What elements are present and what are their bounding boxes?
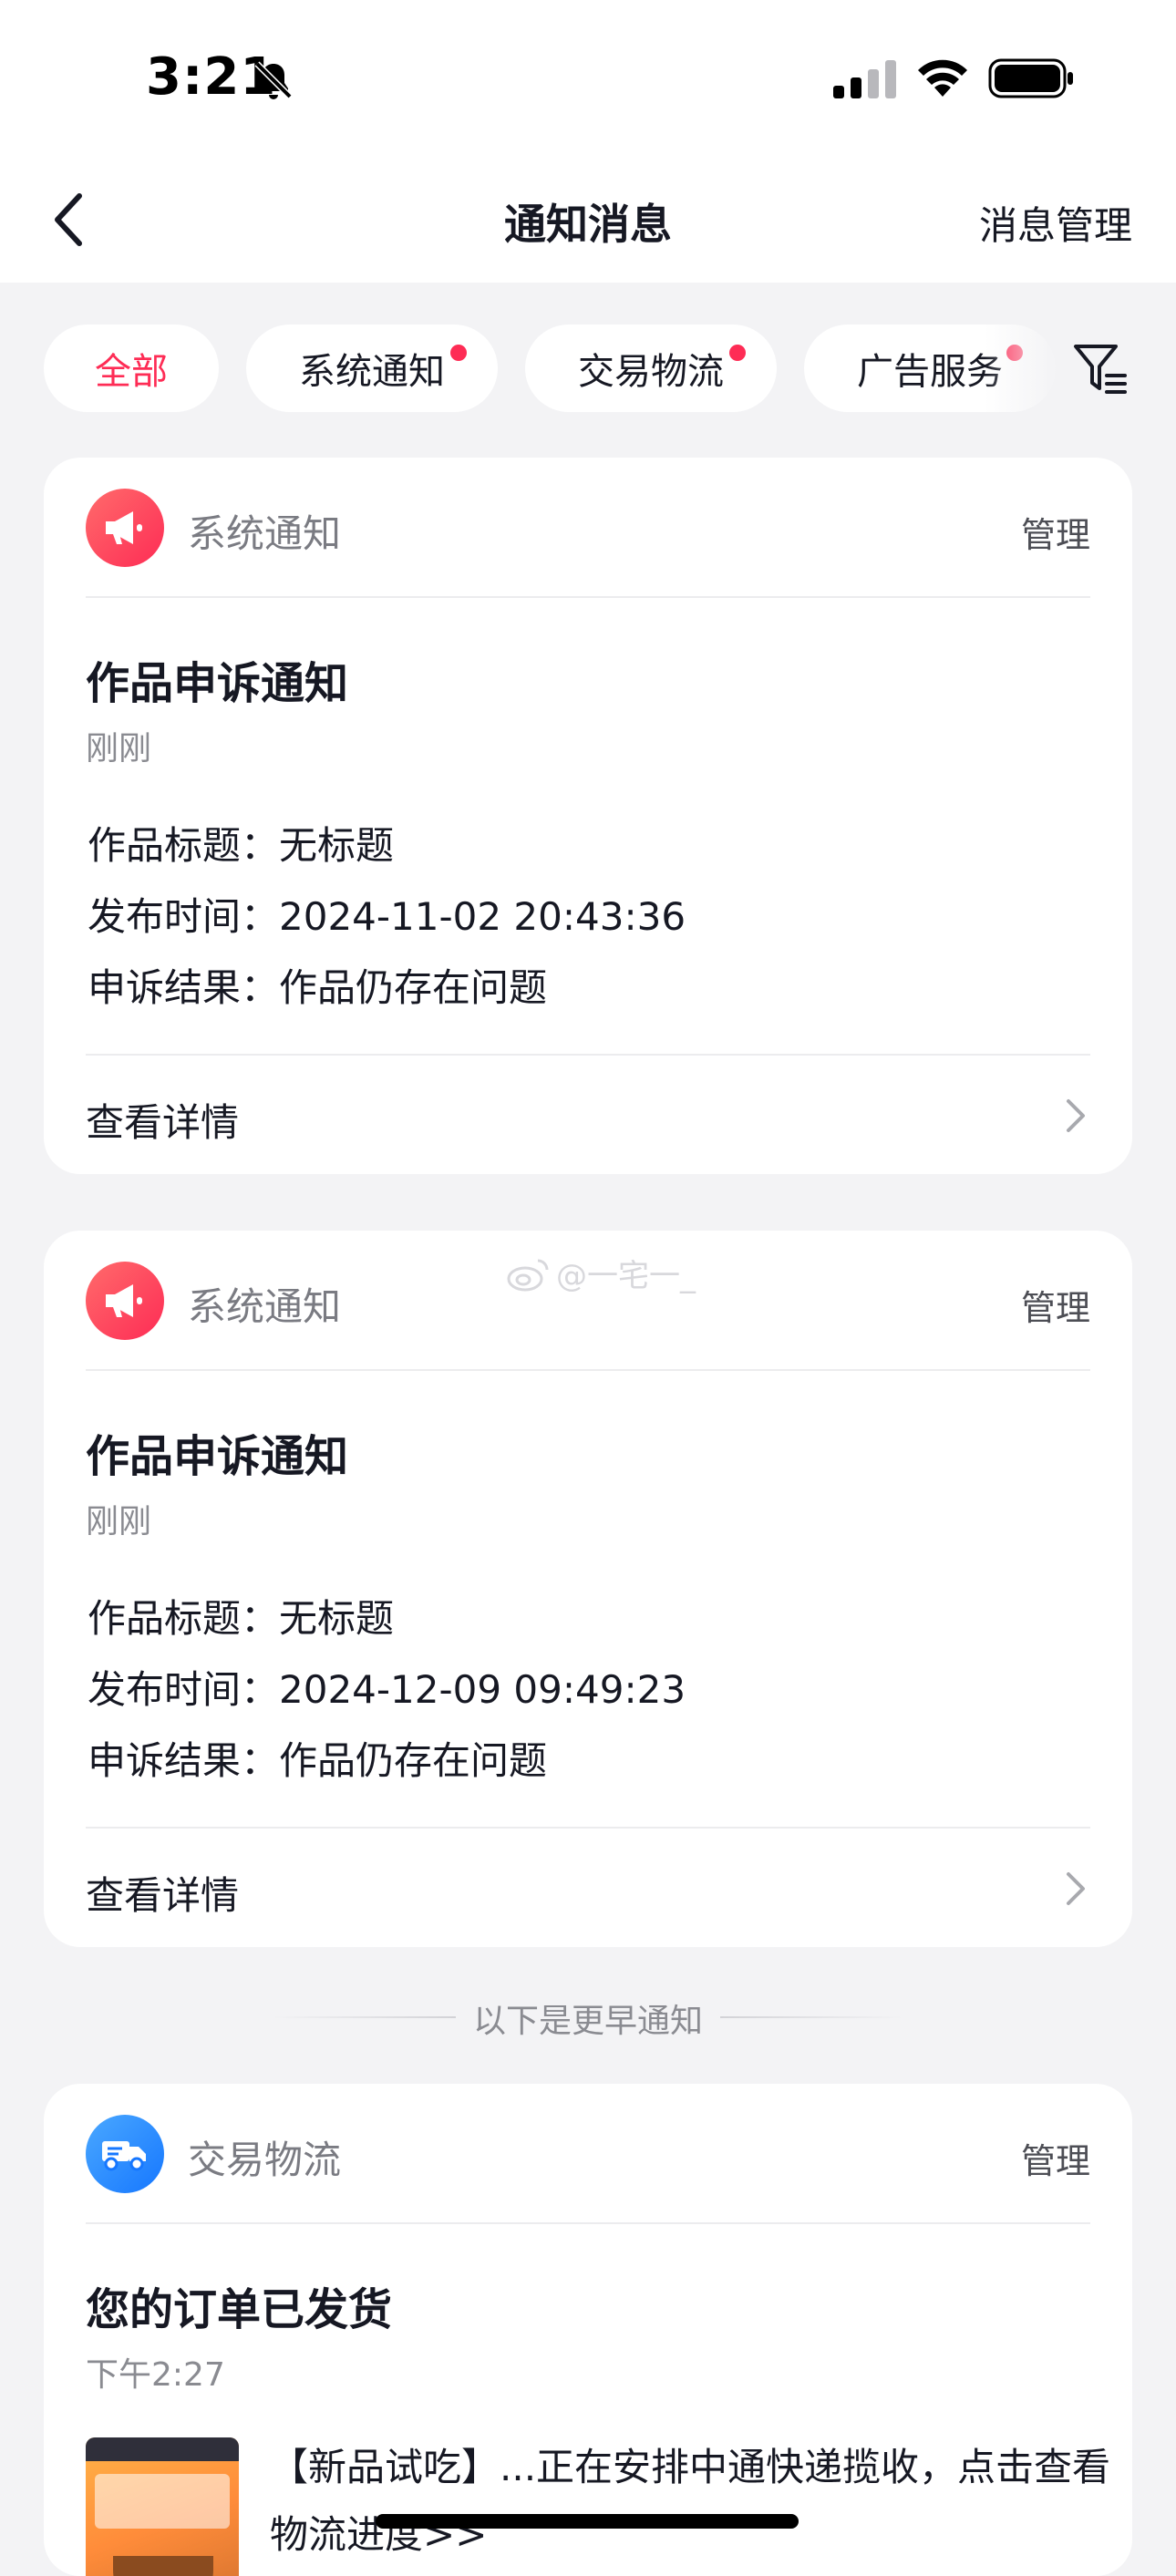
card-source: 系统通知: [188, 1284, 342, 1329]
info-appeal-result-line: 申诉结果：作品仍存在问题: [88, 1738, 548, 1783]
notification-card[interactable]: 系统通知 管理 作品申诉通知 刚刚 作品标题：无标题 发布时间：2024-11-…: [44, 458, 1132, 1174]
tab-label: 交易物流: [578, 351, 724, 393]
tabs-fade: [985, 319, 1057, 419]
system-notice-avatar: [86, 1262, 164, 1340]
notification-card[interactable]: 系统通知 管理 作品申诉通知 刚刚 作品标题：无标题 发布时间：2024-12-…: [44, 1231, 1132, 1947]
notification-card[interactable]: 交易物流 管理 您的订单已发货 下午2:27 【新品试吃】...正在安排中通快递…: [44, 2084, 1132, 2576]
thumbnail-food: [113, 2556, 213, 2576]
card-source: 交易物流: [188, 2138, 342, 2182]
signal-icon: [833, 60, 896, 98]
message-manage-button[interactable]: 消息管理: [979, 195, 1132, 251]
card-header: 交易物流 管理: [44, 2084, 1132, 2224]
info-appeal-result-line: 申诉结果：作品仍存在问题: [88, 965, 548, 1010]
card-header: 系统通知 管理: [44, 458, 1132, 598]
system-notice-avatar: [86, 489, 164, 567]
card-manage-button[interactable]: 管理: [1021, 2133, 1090, 2183]
status-bar: 3:21: [0, 0, 1176, 155]
card-manage-button[interactable]: 管理: [1021, 507, 1090, 557]
card-title: 作品申诉通知: [86, 658, 349, 709]
chevron-right-icon: [1067, 1872, 1085, 1905]
wifi-icon: [918, 59, 967, 97]
filter-tabs: 全部 系统通知 交易物流 广告服务: [0, 283, 1176, 456]
divider-line: [720, 2016, 903, 2018]
megaphone-icon: [106, 511, 142, 544]
weibo-logo-icon: [507, 1259, 549, 1291]
card-time: 下午2:27: [86, 2356, 225, 2394]
info-title-line: 作品标题：无标题: [88, 823, 395, 868]
nav-bar: 通知消息 消息管理: [0, 155, 1176, 283]
divider: [86, 2222, 1090, 2224]
view-details-label: 查看详情: [86, 1873, 240, 1918]
tab-label: 全部: [95, 351, 168, 393]
view-details-label: 查看详情: [86, 1100, 240, 1145]
info-publish-time-line: 发布时间：2024-12-09 09:49:23: [88, 1667, 686, 1712]
home-indicator: [376, 2514, 799, 2529]
watermark-text: @一宅一_: [556, 1258, 696, 1294]
filter-icon[interactable]: [1072, 341, 1129, 397]
divider: [86, 1369, 1090, 1371]
card-time: 刚刚: [86, 730, 152, 768]
product-thumbnail[interactable]: [86, 2437, 239, 2576]
megaphone-icon: [106, 1284, 142, 1317]
tab-label: 系统通知: [299, 351, 445, 393]
divider: [86, 596, 1090, 598]
view-details-row[interactable]: 查看详情: [44, 1829, 1132, 1947]
card-source: 系统通知: [188, 511, 342, 556]
unread-dot: [450, 345, 467, 361]
battery-icon: [988, 58, 1073, 98]
card-time: 刚刚: [86, 1503, 152, 1540]
card-title: 作品申诉通知: [86, 1431, 349, 1482]
info-publish-time-line: 发布时间：2024-11-02 20:43:36: [88, 894, 686, 939]
earlier-divider: 以下是更早通知: [0, 1987, 1176, 2045]
card-manage-button[interactable]: 管理: [1021, 1280, 1090, 1330]
card-title: 您的订单已发货: [86, 2284, 393, 2335]
watermark: @一宅一_: [507, 1251, 696, 1295]
earlier-label: 以下是更早通知: [472, 2003, 703, 2040]
tab-system[interactable]: 系统通知: [246, 325, 498, 412]
unread-dot: [729, 345, 746, 361]
tab-all[interactable]: 全部: [44, 325, 219, 412]
logistics-avatar: [86, 2115, 164, 2193]
bell-muted-icon: [254, 61, 293, 99]
thumbnail-label: [95, 2474, 230, 2529]
chevron-right-icon: [1067, 1099, 1085, 1132]
tab-label: 广告服务: [857, 351, 1003, 393]
view-details-row[interactable]: 查看详情: [44, 1056, 1132, 1174]
tab-logistics[interactable]: 交易物流: [525, 325, 777, 412]
thumbnail-header: [86, 2437, 239, 2461]
truck-icon: [102, 2141, 146, 2171]
info-title-line: 作品标题：无标题: [88, 1596, 395, 1641]
